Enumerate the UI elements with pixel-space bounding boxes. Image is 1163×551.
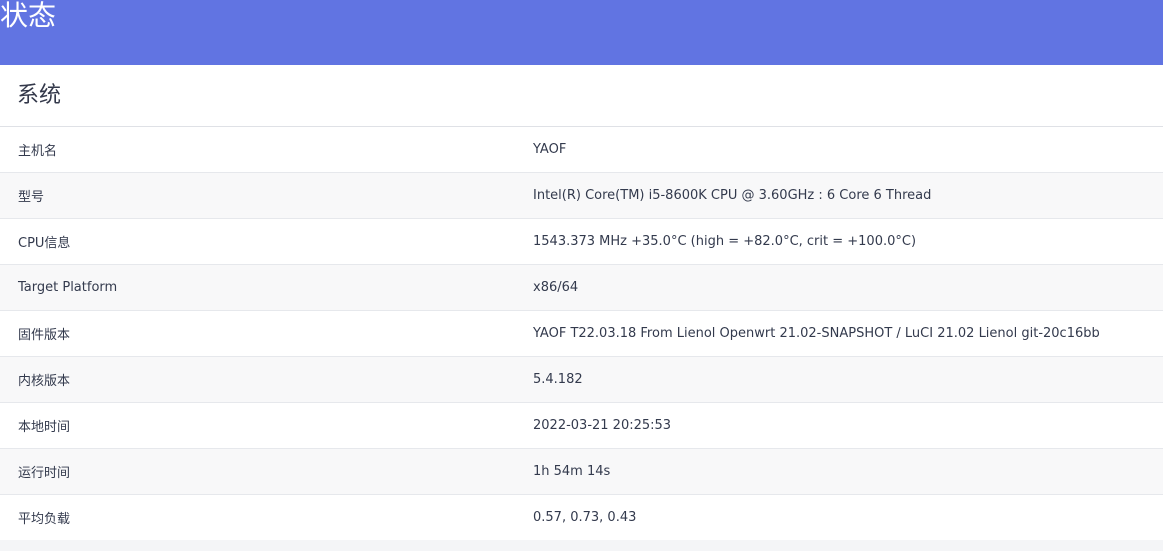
- row-value: YAOF T22.03.18 From Lienol Openwrt 21.02…: [533, 326, 1100, 341]
- row-value: x86/64: [533, 280, 579, 295]
- row-label: Target Platform: [18, 280, 118, 295]
- row-label: 固件版本: [18, 328, 71, 343]
- row-value: 1h 54m 14s: [533, 464, 611, 479]
- info-row-local-time: 本地时间 2022-03-21 20:25:53: [0, 403, 1163, 449]
- info-row-hostname: 主机名 YAOF: [0, 127, 1163, 173]
- row-label: 内核版本: [18, 374, 71, 389]
- row-value: 2022-03-21 20:25:53: [533, 418, 672, 433]
- row-value: 5.4.182: [533, 372, 583, 387]
- row-label: 型号: [18, 190, 45, 205]
- row-label: 本地时间: [18, 420, 71, 435]
- info-row-model: 型号 Intel(R) Core(TM) i5-8600K CPU @ 3.60…: [0, 173, 1163, 219]
- system-section: 系统 主机名 YAOF 型号 Intel(R) Core(TM) i5-8600…: [0, 65, 1163, 540]
- row-value: Intel(R) Core(TM) i5-8600K CPU @ 3.60GHz…: [533, 188, 932, 203]
- row-label: 平均负载: [18, 512, 71, 527]
- info-row-target-platform: Target Platform x86/64: [0, 265, 1163, 311]
- row-label: 主机名: [18, 144, 58, 159]
- row-value: 0.57, 0.73, 0.43: [533, 510, 637, 525]
- row-label: CPU信息: [18, 236, 71, 251]
- row-label: 运行时间: [18, 466, 71, 481]
- info-row-load-average: 平均负载 0.57, 0.73, 0.43: [0, 495, 1163, 540]
- page-title: 状态: [0, 0, 57, 32]
- page-header: 状态: [0, 0, 1163, 65]
- row-value: 1543.373 MHz +35.0°C (high = +82.0°C, cr…: [533, 234, 917, 249]
- section-title: 系统: [0, 65, 1163, 127]
- info-row-firmware: 固件版本 YAOF T22.03.18 From Lienol Openwrt …: [0, 311, 1163, 357]
- row-value: YAOF: [533, 142, 567, 157]
- info-row-cpu: CPU信息 1543.373 MHz +35.0°C (high = +82.0…: [0, 219, 1163, 265]
- info-row-uptime: 运行时间 1h 54m 14s: [0, 449, 1163, 495]
- info-row-kernel: 内核版本 5.4.182: [0, 357, 1163, 403]
